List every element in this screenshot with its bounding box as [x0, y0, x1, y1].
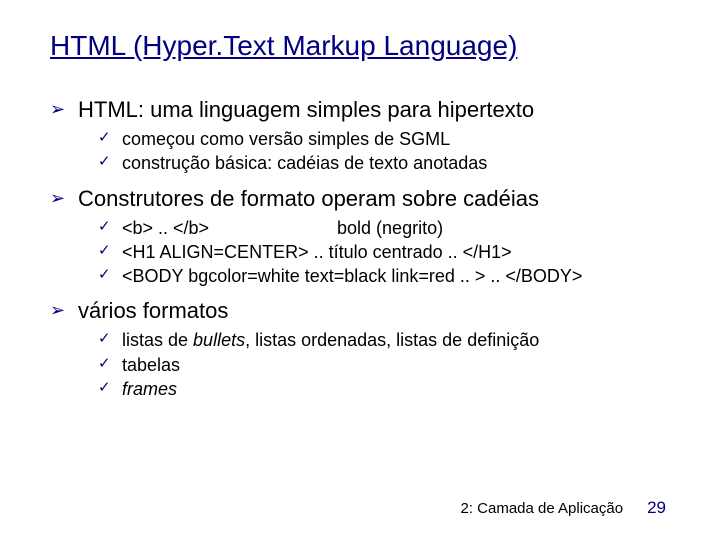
slide-title: HTML (Hyper.Text Markup Language) [50, 30, 670, 62]
sub-item: <b> .. </b> bold (negrito) [98, 216, 670, 240]
sub-text: <BODY bgcolor=white text=black link=red … [122, 266, 582, 286]
slide: HTML (Hyper.Text Markup Language) HTML: … [0, 0, 720, 540]
sub-list-1: começou como versão simples de SGML cons… [78, 127, 670, 176]
sub-item: construção básica: cadéias de texto anot… [98, 151, 670, 175]
bullet-text: HTML: uma linguagem simples para hiperte… [78, 97, 534, 122]
sub-text-right: bold (negrito) [337, 218, 443, 238]
sub-item: frames [98, 377, 670, 401]
sub-item: <BODY bgcolor=white text=black link=red … [98, 264, 670, 288]
sub-text-left: <b> .. </b> [122, 216, 332, 240]
sub-item: <H1 ALIGN=CENTER> .. título centrado .. … [98, 240, 670, 264]
sub-text: construção básica: cadéias de texto anot… [122, 153, 487, 173]
bullet-text: Construtores de formato operam sobre cad… [78, 186, 539, 211]
footer-label: 2: Camada de Aplicação [460, 500, 623, 517]
sub-text: tabelas [122, 355, 180, 375]
sub-text-b: bullets [193, 330, 245, 350]
sub-item: tabelas [98, 353, 670, 377]
sub-item: listas de bullets, listas ordenadas, lis… [98, 328, 670, 352]
sub-text: <H1 ALIGN=CENTER> .. título centrado .. … [122, 242, 512, 262]
sub-list-2: <b> .. </b> bold (negrito) <H1 ALIGN=CEN… [78, 216, 670, 289]
sub-text-a: listas de [122, 330, 193, 350]
bullet-item-2: Construtores de formato operam sobre cad… [50, 186, 670, 289]
sub-text: começou como versão simples de SGML [122, 129, 450, 149]
sub-text-c: , listas ordenadas, listas de definição [245, 330, 539, 350]
footer: 2: Camada de Aplicação 29 [460, 498, 666, 518]
sub-list-3: listas de bullets, listas ordenadas, lis… [78, 328, 670, 401]
bullet-item-1: HTML: uma linguagem simples para hiperte… [50, 97, 670, 176]
bullet-item-3: vários formatos listas de bullets, lista… [50, 298, 670, 401]
bullet-list: HTML: uma linguagem simples para hiperte… [50, 97, 670, 401]
page-number: 29 [647, 498, 666, 518]
sub-text: frames [122, 379, 177, 399]
bullet-text: vários formatos [78, 298, 228, 323]
sub-item: começou como versão simples de SGML [98, 127, 670, 151]
